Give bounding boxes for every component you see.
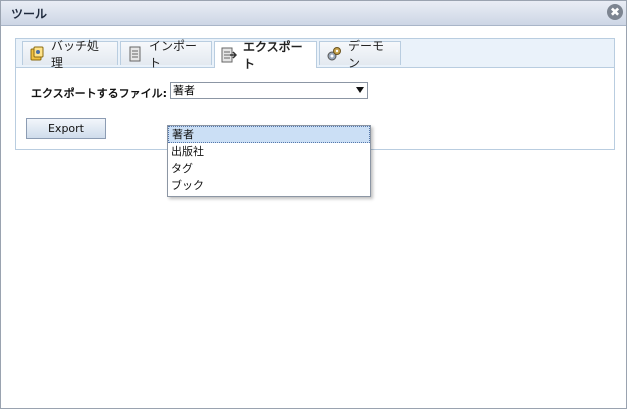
tab-batch-label: バッチ処理 bbox=[51, 38, 100, 70]
tab-export[interactable]: エクスポート bbox=[214, 40, 317, 71]
export-icon bbox=[221, 47, 238, 63]
export-file-label: エクスポートするファイル: bbox=[31, 87, 168, 100]
tab-import[interactable]: インポート bbox=[120, 39, 212, 70]
tab-daemon[interactable]: デーモン bbox=[319, 39, 401, 70]
batch-icon bbox=[29, 46, 45, 62]
tab-batch[interactable]: バッチ処理 bbox=[22, 39, 118, 70]
titlebar: ツール ✖ bbox=[1, 1, 626, 26]
close-button[interactable]: ✖ bbox=[607, 4, 623, 20]
export-file-options: 著者 出版社 タグ ブック bbox=[167, 125, 371, 197]
dialog-content: バッチ処理 インポート エクスポート デーモン エクスポートするファイル: 著者… bbox=[2, 26, 624, 404]
chevron-down-icon[interactable] bbox=[356, 87, 364, 93]
import-icon bbox=[127, 46, 143, 62]
export-file-selected-value: 著者 bbox=[173, 84, 195, 97]
tab-import-label: インポート bbox=[149, 38, 198, 70]
tools-dialog: ツール ✖ バッチ処理 インポート エクスポート デーモン エクスポートするファ… bbox=[0, 0, 627, 409]
export-button[interactable]: Export bbox=[26, 118, 106, 139]
option-authors[interactable]: 著者 bbox=[168, 126, 370, 143]
export-file-select[interactable]: 著者 bbox=[170, 82, 368, 99]
tab-daemon-label: デーモン bbox=[348, 38, 385, 70]
tab-strip: バッチ処理 インポート エクスポート デーモン bbox=[16, 39, 614, 71]
window-title: ツール bbox=[11, 7, 48, 21]
option-tags[interactable]: タグ bbox=[168, 160, 370, 177]
option-publishers[interactable]: 出版社 bbox=[168, 143, 370, 160]
tab-export-label: エクスポート bbox=[243, 40, 303, 71]
daemon-icon bbox=[326, 46, 342, 62]
close-icon: ✖ bbox=[609, 5, 621, 19]
option-books[interactable]: ブック bbox=[168, 177, 370, 194]
